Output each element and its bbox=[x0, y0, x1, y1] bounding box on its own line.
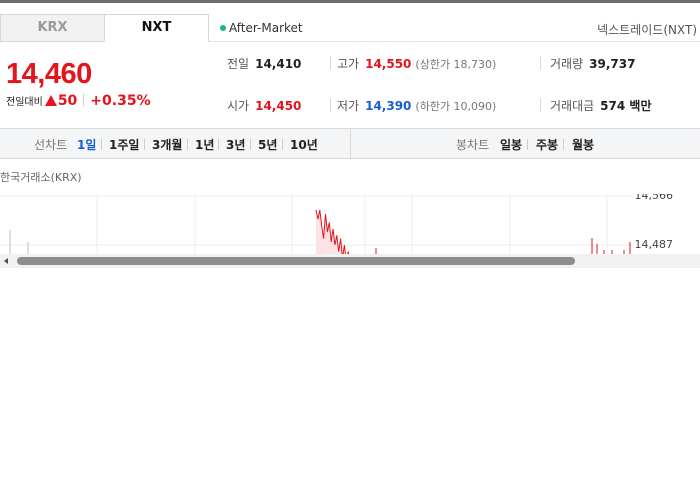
price-chart-svg bbox=[0, 194, 632, 256]
period-divider bbox=[527, 139, 528, 150]
stat-divider bbox=[330, 98, 331, 112]
stat-lower-limit: (하한가 10,090) bbox=[415, 100, 497, 113]
chart-source: 한국거래소(KRX) bbox=[0, 171, 82, 184]
stat-amount-label: 거래대금 bbox=[550, 99, 595, 113]
period-3y[interactable]: 3년 bbox=[226, 136, 245, 153]
price-block: 14,460 bbox=[6, 58, 92, 91]
stat-volume-label: 거래량 bbox=[550, 57, 584, 71]
session-dot-icon bbox=[220, 25, 226, 31]
period-divider bbox=[282, 139, 283, 150]
period-divider bbox=[250, 139, 251, 150]
stat-prev-close-label: 전일 bbox=[227, 57, 250, 71]
price-chart: 14,566 14,487 bbox=[0, 194, 700, 256]
change-rate: +0.35% bbox=[90, 93, 151, 109]
session-status: After-Market bbox=[220, 21, 303, 35]
candle-chart-label: 봉차트 bbox=[456, 138, 490, 152]
market-name: 넥스트레이드(NXT) bbox=[597, 23, 697, 37]
stat-high-label: 고가 bbox=[337, 57, 360, 71]
stat-amount: 거래대금 574 백만 bbox=[550, 97, 651, 114]
stat-upper-limit: (상한가 18,730) bbox=[415, 58, 497, 71]
period-1w[interactable]: 1주일 bbox=[109, 136, 139, 153]
tab-krx[interactable]: KRX bbox=[0, 14, 105, 42]
stat-divider bbox=[330, 56, 331, 70]
stat-amount-value: 574 백만 bbox=[600, 99, 652, 113]
period-divider bbox=[144, 139, 145, 150]
period-divider bbox=[101, 139, 102, 150]
stat-prev-close-value: 14,410 bbox=[255, 57, 302, 71]
period-10y[interactable]: 10년 bbox=[290, 136, 318, 153]
candle-weekly[interactable]: 주봉 bbox=[536, 136, 558, 153]
stat-divider bbox=[540, 98, 541, 112]
session-label: After-Market bbox=[229, 21, 303, 35]
period-bar: 선차트 1일 1주일 3개월 1년 3년 5년 10년 봉차트 일봉 주봉 월봉 bbox=[0, 128, 700, 159]
stat-volume-value: 39,737 bbox=[589, 57, 636, 71]
scroll-left-icon[interactable] bbox=[4, 258, 8, 264]
change-label: 전일대비 bbox=[6, 97, 43, 108]
stat-high: 고가 14,550 (상한가 18,730) bbox=[337, 55, 496, 72]
period-1y[interactable]: 1년 bbox=[195, 136, 214, 153]
line-chart-label: 선차트 bbox=[34, 138, 68, 152]
up-arrow-icon bbox=[44, 95, 57, 106]
stat-low-label: 저가 bbox=[337, 99, 360, 113]
market-tabs: KRX NXT bbox=[0, 14, 700, 42]
stat-low-value: 14,390 bbox=[365, 99, 412, 113]
stat-high-value: 14,550 bbox=[365, 57, 412, 71]
stat-open: 시가 14,450 bbox=[227, 97, 301, 114]
change-divider bbox=[83, 94, 85, 106]
stat-open-label: 시가 bbox=[227, 99, 250, 113]
change-amount: 50 bbox=[57, 93, 78, 109]
y-tick-label: 14,487 bbox=[634, 238, 674, 251]
current-price: 14,460 bbox=[6, 58, 92, 90]
tab-nxt[interactable]: NXT bbox=[104, 14, 209, 42]
candle-daily[interactable]: 일봉 bbox=[500, 136, 522, 153]
stat-open-value: 14,450 bbox=[255, 99, 302, 113]
stat-volume: 거래량 39,737 bbox=[550, 55, 635, 72]
chart-scrollbar[interactable] bbox=[0, 254, 700, 268]
stat-prev-close: 전일 14,410 bbox=[227, 55, 301, 72]
candle-monthly[interactable]: 월봉 bbox=[572, 136, 594, 153]
top-rule bbox=[0, 0, 700, 3]
stat-low: 저가 14,390 (하한가 10,090) bbox=[337, 97, 496, 114]
period-divider bbox=[187, 139, 188, 150]
period-bar-split bbox=[350, 129, 351, 158]
y-tick-label: 14,566 bbox=[634, 194, 674, 202]
change-line: 전일대비 50 +0.35% bbox=[6, 93, 151, 109]
period-1d[interactable]: 1일 bbox=[77, 136, 96, 153]
period-3m[interactable]: 3개월 bbox=[152, 136, 182, 153]
scrollbar-thumb[interactable] bbox=[17, 257, 575, 265]
period-divider bbox=[563, 139, 564, 150]
period-5y[interactable]: 5년 bbox=[258, 136, 277, 153]
stat-divider bbox=[540, 56, 541, 70]
tab-baseline bbox=[209, 41, 700, 42]
period-divider bbox=[218, 139, 219, 150]
